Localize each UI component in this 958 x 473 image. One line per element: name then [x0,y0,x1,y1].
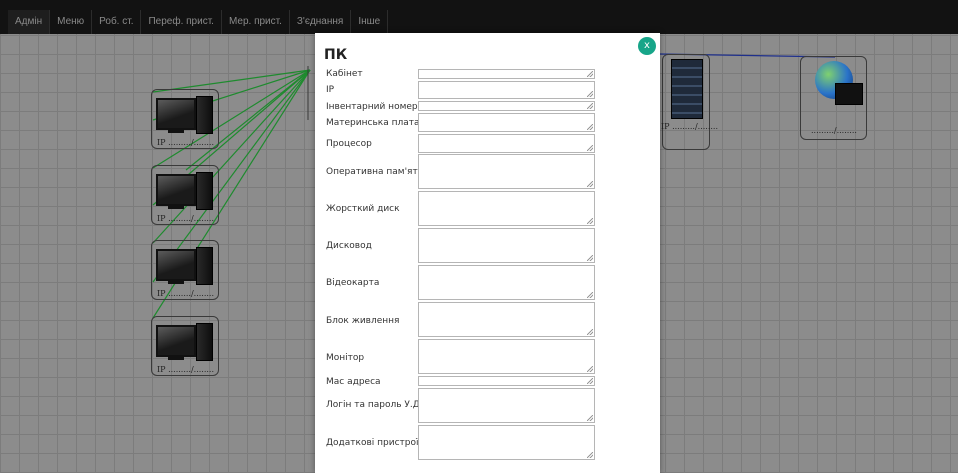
cabinet-input[interactable] [418,69,595,79]
resize-grip-icon [587,378,593,384]
monitor-stand [168,281,184,284]
field-label: Процесор [326,139,372,149]
pc-ip-label: IP ........./........ [157,138,215,147]
field-label: Блок живлення [326,316,400,326]
field-label: Відеокарта [326,278,380,288]
resize-grip-icon [587,218,593,224]
nav-item-other[interactable]: Інше [351,10,389,34]
field-label: Оперативна пам'ять [326,167,424,177]
nav-item-menu[interactable]: Меню [50,10,93,34]
resize-grip-icon [587,103,593,109]
nav-item-admin[interactable]: Адмін [8,10,51,34]
system-unit-icon [196,96,213,134]
resize-grip-icon [587,292,593,298]
main-menu: Адмін Меню Роб. ст. Переф. прист. Мер. п… [8,10,389,34]
server-ip-label: IP ........./........ [661,122,719,131]
monitor-icon [835,83,863,105]
admin-credentials-input[interactable] [418,388,595,423]
motherboard-input[interactable] [418,113,595,132]
field-label: Жорсткий диск [326,204,400,214]
monitor-icon [156,98,196,130]
pc-ip-label: IP ........./........ [157,365,215,374]
resize-grip-icon [587,71,593,77]
monitor-icon [156,174,196,206]
monitor-stand [168,357,184,360]
resize-grip-icon [587,452,593,458]
resize-grip-icon [587,415,593,421]
internet-label: ........./........ [811,126,857,135]
resize-grip-icon [587,91,593,97]
disk-drive-input[interactable] [418,228,595,263]
processor-input[interactable] [418,134,595,153]
field-label: IP [326,85,335,95]
video-card-input[interactable] [418,265,595,300]
field-label: Інвентарний номер [326,102,418,112]
field-label: Дисковод [326,241,372,251]
ram-input[interactable] [418,154,595,189]
field-label: Монітор [326,353,365,363]
field-label: Материнська плата [326,118,420,128]
pc-ip-label: IP ........./........ [157,214,215,223]
resize-grip-icon [587,366,593,372]
monitor-input[interactable] [418,339,595,374]
monitor-icon [156,249,196,281]
field-label: Додаткові пристрої [326,438,419,448]
additional-devices-input[interactable] [418,425,595,460]
pc-details-modal: x ПК Кабінет IP Інвентарний номер Матери… [315,33,660,473]
pc-ip-label: IP ........./........ [157,289,215,298]
nav-item-peripherals[interactable]: Переф. прист. [141,10,222,34]
nav-item-network-devices[interactable]: Мер. прист. [222,10,290,34]
resize-grip-icon [587,145,593,151]
system-unit-icon [196,247,213,285]
field-label: Мас адреса [326,377,381,387]
resize-grip-icon [587,124,593,130]
pc-node[interactable]: IP ........./........ [151,316,219,376]
pc-node[interactable]: IP ........./........ [151,165,219,225]
inventory-number-input[interactable] [418,101,595,111]
monitor-icon [156,325,196,357]
power-supply-input[interactable] [418,302,595,337]
pc-node[interactable]: IP ........./........ [151,240,219,300]
monitor-stand [168,130,184,133]
resize-grip-icon [587,255,593,261]
modal-title: ПК [324,47,348,63]
resize-grip-icon [587,181,593,187]
system-unit-icon [196,323,213,361]
mac-address-input[interactable] [418,376,595,386]
resize-grip-icon [587,329,593,335]
monitor-stand [168,206,184,209]
top-navbar: Адмін Меню Роб. ст. Переф. прист. Мер. п… [0,0,958,34]
nav-item-workstations[interactable]: Роб. ст. [92,10,142,34]
ip-input[interactable] [418,81,595,99]
hard-drive-input[interactable] [418,191,595,226]
pc-node[interactable]: IP ........./........ [151,89,219,149]
system-unit-icon [196,172,213,210]
field-label: Кабінет [326,69,363,79]
server-node[interactable]: IP ........./........ [661,54,718,150]
nav-item-connections[interactable]: З'єднання [290,10,352,34]
server-icon [671,59,703,119]
close-button[interactable]: x [638,37,656,55]
internet-node[interactable]: ........./........ [800,56,867,140]
field-label: Логін та пароль У.Д. [326,400,423,410]
